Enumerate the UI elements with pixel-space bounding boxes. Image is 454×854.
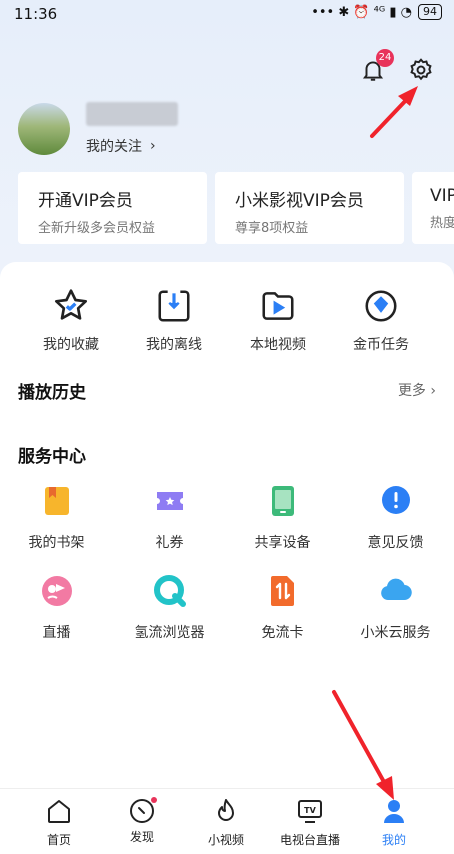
- tab-label: 小视频: [207, 833, 244, 847]
- tab-label: 首页: [46, 833, 71, 847]
- quick-action-coin-tasks[interactable]: 金币任务: [336, 284, 426, 354]
- quick-action-label: 我的离线: [146, 337, 202, 353]
- service-label: 氢流浏览器: [134, 625, 205, 641]
- tv-icon: TV: [298, 800, 322, 823]
- tab-icon-wrap: [127, 797, 157, 825]
- service-shared-devices[interactable]: 共享设备: [226, 484, 339, 552]
- vip-card-title: VIP: [430, 186, 454, 206]
- home-icon: [48, 800, 70, 823]
- vip-card-title: 开通VIP会员: [38, 191, 133, 211]
- service-browser[interactable]: 氢流浏览器: [113, 574, 226, 642]
- quick-action-label: 我的收藏: [43, 337, 99, 353]
- settings-button[interactable]: [406, 55, 436, 85]
- vip-card[interactable]: VIP 热度: [412, 172, 454, 244]
- bookshelf-icon: [44, 487, 69, 515]
- tab-tv-live[interactable]: TV 电视台直播: [270, 797, 350, 848]
- tab-discover[interactable]: 发现: [102, 797, 182, 845]
- service-label: 我的书架: [28, 535, 85, 551]
- follow-label: 我的关注: [86, 139, 142, 155]
- profile-icon: [384, 800, 404, 823]
- notification-button[interactable]: 24: [358, 49, 394, 85]
- username-blurred: [86, 102, 178, 126]
- tab-short-video[interactable]: 小视频: [186, 797, 266, 848]
- tablet-icon: [271, 486, 294, 516]
- vip-card-subtitle: 热度: [430, 216, 454, 231]
- chevron-right-icon: ›: [150, 138, 156, 154]
- vip-card[interactable]: 开通VIP会员 全新升级多会员权益: [18, 172, 207, 244]
- status-icons: ••• ✱ ⏰ ⁴ᴳ ▮ ◔ 94: [311, 4, 442, 20]
- notification-badge: 24: [376, 49, 394, 67]
- vip-card-subtitle: 全新升级多会员权益: [38, 221, 156, 236]
- vip-card-carousel[interactable]: 开通VIP会员 全新升级多会员权益 小米影视VIP会员 尊享8项权益 VIP 热…: [18, 172, 454, 246]
- gear-icon: [410, 58, 432, 81]
- header-actions: 24: [358, 49, 436, 85]
- cloud-icon: [380, 578, 412, 601]
- coupon-icon: [156, 492, 183, 510]
- service-label: 意见反馈: [367, 535, 424, 551]
- status-indicators: ••• ✱ ⏰ ⁴ᴳ ▮ ◔: [311, 4, 412, 20]
- main-panel: 我的收藏 我的离线 本地视频 金币任务 播放历史 更多 › 服务中心 我的书架 …: [0, 262, 454, 792]
- quick-action-local-video[interactable]: 本地视频: [233, 284, 323, 354]
- service-label: 礼券: [155, 535, 184, 551]
- service-label: 共享设备: [254, 535, 311, 551]
- tab-label: 我的: [381, 833, 406, 847]
- service-live[interactable]: 直播: [0, 574, 113, 642]
- star-icon: [49, 284, 93, 328]
- browser-icon: [153, 575, 186, 607]
- tab-label: 发现: [129, 830, 154, 844]
- quick-action-label: 本地视频: [250, 337, 306, 353]
- service-feedback[interactable]: 意见反馈: [339, 484, 452, 552]
- quick-action-label: 金币任务: [353, 337, 409, 353]
- history-title: 播放历史: [18, 383, 86, 403]
- service-label: 小米云服务: [360, 625, 431, 641]
- services-title: 服务中心: [18, 447, 86, 467]
- tab-me[interactable]: 我的: [354, 797, 434, 848]
- vip-card-subtitle: 尊享8项权益: [235, 221, 309, 236]
- status-time: 11:36: [14, 5, 58, 23]
- live-icon: [41, 576, 72, 606]
- tab-label: 电视台直播: [279, 833, 340, 847]
- profile-info: 我的关注 ›: [86, 102, 178, 156]
- quick-action-favorites[interactable]: 我的收藏: [26, 284, 116, 354]
- service-xiaomi-cloud[interactable]: 小米云服务: [339, 574, 452, 642]
- vip-card-title: 小米影视VIP会员: [235, 191, 364, 211]
- download-icon: [152, 284, 196, 328]
- profile-header[interactable]: 我的关注 ›: [18, 102, 178, 156]
- service-label: 直播: [42, 625, 71, 641]
- quick-action-offline[interactable]: 我的离线: [129, 284, 219, 354]
- my-following-link[interactable]: 我的关注 ›: [86, 136, 178, 156]
- service-bookshelf[interactable]: 我的书架: [0, 484, 113, 552]
- sim-card-icon: [270, 576, 294, 606]
- avatar[interactable]: [18, 103, 70, 155]
- service-label: 免流卡: [261, 625, 304, 641]
- coin-icon: [359, 284, 403, 328]
- history-more-link[interactable]: 更多 ›: [398, 380, 436, 400]
- battery-icon: 94: [418, 4, 442, 20]
- status-bar: 11:36 ••• ✱ ⏰ ⁴ᴳ ▮ ◔ 94: [0, 0, 454, 28]
- svg-text:TV: TV: [304, 806, 316, 815]
- tab-home[interactable]: 首页: [19, 797, 99, 848]
- flame-icon: [218, 799, 234, 821]
- bottom-tab-bar: 首页 发现 小视频 TV 电视台直播 我的: [0, 788, 454, 854]
- notification-dot: [151, 797, 157, 803]
- folder-play-icon: [256, 284, 300, 328]
- vip-card[interactable]: 小米影视VIP会员 尊享8项权益: [215, 172, 404, 244]
- service-data-card[interactable]: 免流卡: [226, 574, 339, 642]
- service-coupon[interactable]: 礼券: [113, 484, 226, 552]
- feedback-icon: [381, 486, 410, 514]
